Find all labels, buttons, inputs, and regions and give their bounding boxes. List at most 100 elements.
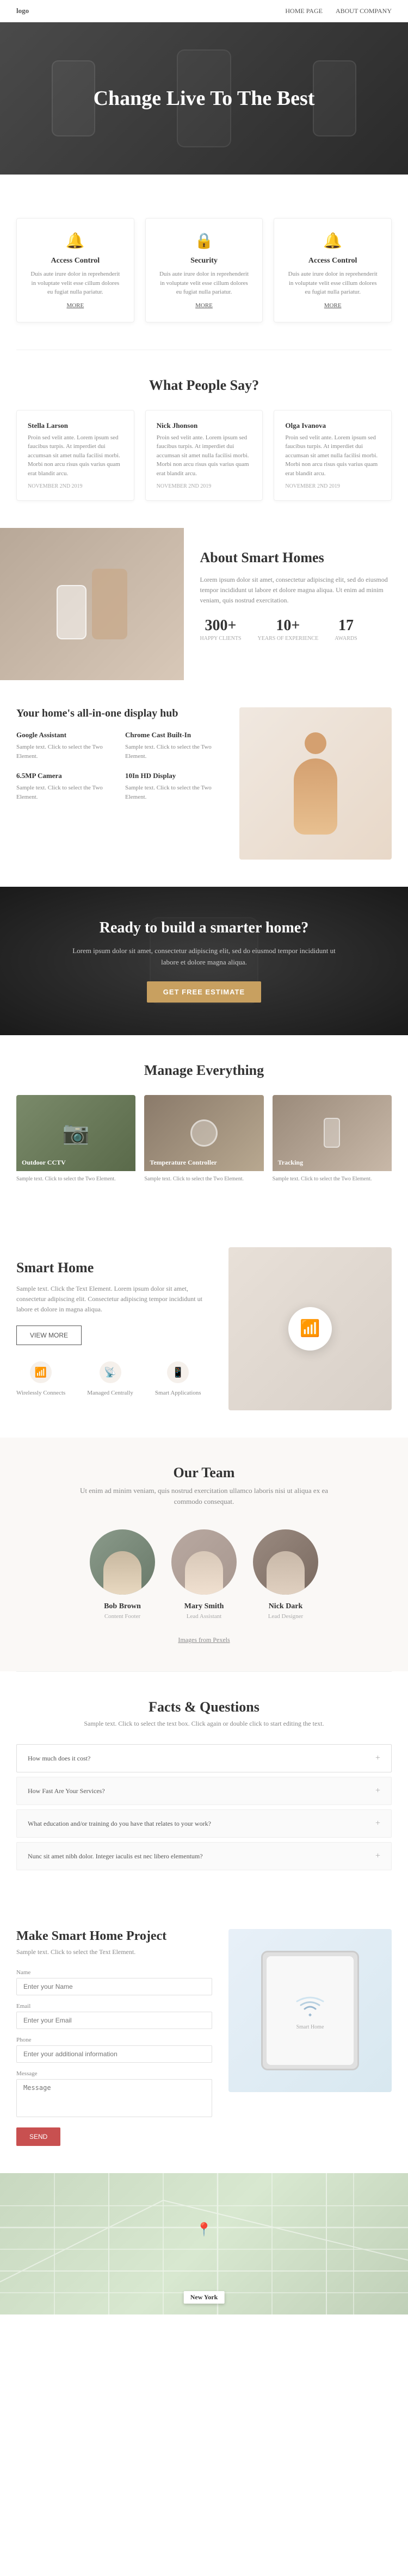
about-description: Lorem ipsum dolor sit amet, consectetur … (200, 575, 392, 606)
smarthome-icon-label-1: Managed Centrally (87, 1390, 133, 1396)
faq-item-3[interactable]: Nunc sit amet nibh dolor. Integer iaculi… (16, 1842, 392, 1870)
stat-number-2: 17 (335, 617, 357, 634)
manage-card-desc-1: Sample text. Click to select the Two Ele… (144, 1171, 263, 1187)
cta-title: Ready to build a smarter home? (22, 919, 386, 937)
feature-more-0[interactable]: MORE (28, 302, 123, 309)
manage-title: Manage Everything (16, 1062, 392, 1079)
manage-card-label-1: Temperature Controller (150, 1159, 217, 1167)
faq-item-0[interactable]: How much does it cost? + (16, 1744, 392, 1772)
nav-link-about[interactable]: ABOUT COMPANY (336, 7, 392, 15)
map-background: 📍 New York (0, 2173, 408, 2314)
team-intro: Ut enim ad minim veniam, quis nostrud ex… (68, 1485, 340, 1508)
feature-card-2: 🔔 Access Control Duis aute irure dolor i… (274, 218, 392, 322)
tablet-screen: Smart Home (267, 1956, 354, 2065)
cta-content: Ready to build a smarter home? Lorem ips… (22, 919, 386, 1003)
avatar-inner-nick (253, 1529, 318, 1595)
smarthome-icon-1: 📡 Managed Centrally (87, 1361, 133, 1397)
woman-visual (294, 732, 337, 835)
smarthome-icon-label-2: Smart Applications (155, 1390, 201, 1396)
feature-card-0: 🔔 Access Control Duis aute irure dolor i… (16, 218, 134, 322)
feature-item-1: Chrome Cast Built-In Sample text. Click … (125, 731, 223, 761)
avatar-bob (90, 1529, 155, 1595)
feature-icon-1: 🔒 (157, 232, 252, 250)
team-card-1: Mary Smith Lead Assistant (171, 1529, 237, 1620)
allinone-section: Your home's all-in-one display hub Googl… (0, 680, 408, 887)
faq-chevron-3: + (375, 1851, 380, 1861)
submit-button[interactable]: SEND (16, 2127, 60, 2146)
nav-link-home[interactable]: HOME PAGE (285, 7, 323, 15)
icon-circle-2: 📱 (167, 1361, 189, 1383)
feature-item-3: 10In HD Display Sample text. Click to se… (125, 771, 223, 801)
manage-card-label-2: Tracking (278, 1159, 303, 1167)
stats-row: 300+ HAPPY CLIENTS 10+ YEARS OF EXPERIEN… (200, 617, 392, 642)
feature-more-1[interactable]: MORE (157, 302, 252, 309)
testimonials-title: What People Say? (16, 377, 392, 394)
faq-item-2[interactable]: What education and/or training do you ha… (16, 1809, 392, 1838)
cta-button[interactable]: GET FREE ESTIMATE (147, 981, 261, 1003)
tablet-visual: Smart Home (261, 1951, 359, 2070)
testimonial-date-1: NOVEMBER 2ND 2019 (157, 483, 252, 489)
avatar-nick (253, 1529, 318, 1595)
project-left: Make Smart Home Project Sample text. Cli… (16, 1929, 212, 2146)
project-title: Make Smart Home Project (16, 1929, 212, 1944)
smarthome-description: Sample text. Click the Text Element. Lor… (16, 1284, 212, 1315)
manage-card-bg-2: Tracking (273, 1095, 392, 1171)
avatar-body-nick (267, 1551, 305, 1595)
feature-item-0: Google Assistant Sample text. Click to s… (16, 731, 114, 761)
about-image (0, 528, 184, 680)
form-email-group: Email (16, 2003, 212, 2029)
allinone-image (239, 707, 392, 860)
feature-desc-1: Duis aute irure dolor in reprehenderit i… (157, 270, 252, 297)
allinone-right (239, 707, 392, 860)
project-section: Make Smart Home Project Sample text. Cli… (0, 1902, 408, 2173)
phone-input[interactable] (16, 2045, 212, 2063)
feature-item-title-2: 6.5MP Camera (16, 771, 114, 780)
form-message-group: Message (16, 2070, 212, 2120)
feature-desc-2: Duis aute irure dolor in reprehenderit i… (285, 270, 380, 297)
form-name-group: Name (16, 1969, 212, 1995)
stat-label-0: HAPPY CLIENTS (200, 636, 242, 642)
feature-item-desc-1: Sample text. Click to select the Two Ele… (125, 743, 223, 761)
allinone-title: Your home's all-in-one display hub (16, 707, 223, 720)
manage-section: Manage Everything 📷 Outdoor CCTV Sample … (0, 1035, 408, 1220)
name-input[interactable] (16, 1978, 212, 1995)
testimonial-text-1: Proin sed velit ante. Lorem ipsum sed fa… (157, 433, 252, 478)
feature-more-2[interactable]: MORE (285, 302, 380, 309)
message-textarea[interactable] (16, 2079, 212, 2117)
manage-card-1: Temperature Controller Sample text. Clic… (144, 1095, 263, 1193)
avatar-mary (171, 1529, 237, 1595)
about-content: About Smart Homes Lorem ipsum dolor sit … (184, 528, 408, 680)
faq-question-1: How Fast Are Your Services? (28, 1787, 105, 1795)
feature-desc-0: Duis aute irure dolor in reprehenderit i… (28, 270, 123, 297)
feature-grid: Google Assistant Sample text. Click to s… (16, 731, 223, 801)
testimonial-name-1: Nick Jhonson (157, 421, 252, 430)
about-image-decorative (57, 569, 127, 639)
team-pexels-link[interactable]: Images from Pexels (16, 1636, 392, 1644)
feature-title-1: Security (157, 257, 252, 265)
smarthome-view-more-button[interactable]: VIEW MORE (16, 1326, 82, 1345)
testimonial-name-2: Olga Ivanova (285, 421, 380, 430)
faq-chevron-1: + (375, 1786, 380, 1796)
faq-chevron-2: + (375, 1819, 380, 1828)
feature-icon-0: 🔔 (28, 232, 123, 250)
icon-circle-1: 📡 (100, 1361, 121, 1383)
manage-card-desc-0: Sample text. Click to select the Two Ele… (16, 1171, 135, 1187)
team-role-2: Lead Designer (253, 1613, 318, 1620)
team-name-2: Nick Dark (253, 1602, 318, 1611)
about-section: About Smart Homes Lorem ipsum dolor sit … (0, 528, 408, 680)
nav-logo[interactable]: logo (16, 7, 29, 15)
faq-question-2: What education and/or training do you ha… (28, 1820, 211, 1828)
avatar-inner-mary (171, 1529, 237, 1595)
smarthome-icon-0: 📶 Wirelessly Connects (16, 1361, 65, 1397)
tablet-label: Smart Home (296, 2024, 324, 2030)
about-image-inner (0, 528, 184, 680)
team-row: Bob Brown Content Footer Mary Smith Lead… (16, 1529, 392, 1620)
faq-question-3: Nunc sit amet nibh dolor. Integer iaculi… (28, 1852, 203, 1861)
feature-icon-2: 🔔 (285, 232, 380, 250)
faq-item-1[interactable]: How Fast Are Your Services? + (16, 1777, 392, 1805)
manage-card-bg-0: 📷 Outdoor CCTV (16, 1095, 135, 1171)
email-input[interactable] (16, 2012, 212, 2029)
team-section: Our Team Ut enim ad minim veniam, quis n… (0, 1438, 408, 1672)
faq-section: Facts & Questions Sample text. Click to … (0, 1672, 408, 1902)
smarthome-section: Smart Home Sample text. Click the Text E… (0, 1220, 408, 1438)
